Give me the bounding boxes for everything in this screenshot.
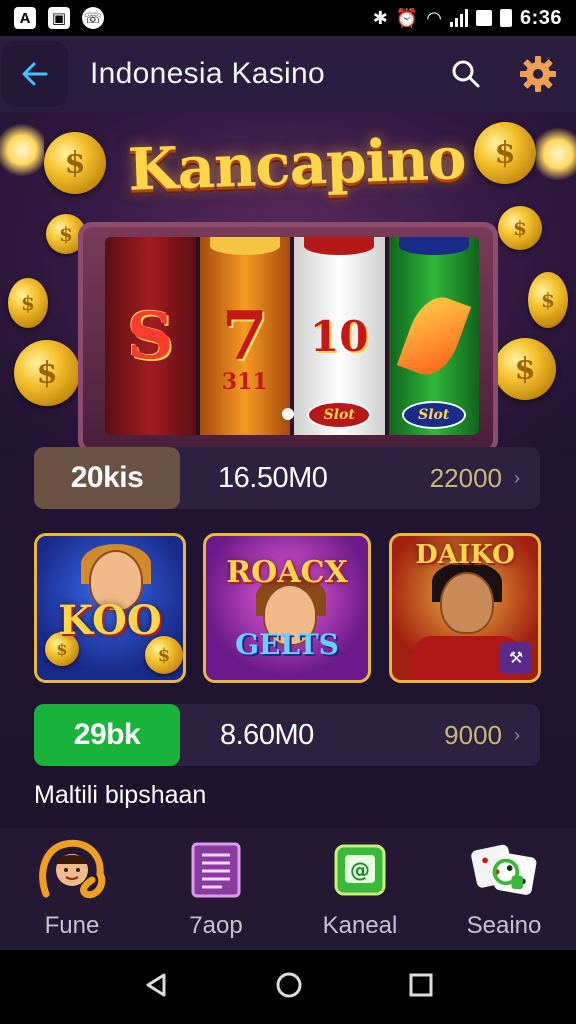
- game-title: DAIKO: [415, 540, 515, 570]
- back-button[interactable]: [2, 41, 68, 107]
- coin-icon: $: [498, 206, 542, 250]
- gear-icon: [520, 56, 556, 92]
- page-title: Indonesia Kasino: [90, 57, 325, 90]
- image-icon: [475, 10, 492, 26]
- stat-row[interactable]: 20kis 16.50M0 22000 ›: [34, 447, 540, 509]
- carousel-indicator[interactable]: [282, 408, 294, 420]
- section-label: Maltili bipshaan: [34, 781, 207, 809]
- coin-icon: $: [44, 132, 106, 194]
- game-subtitle: GELTS: [235, 628, 339, 661]
- search-button[interactable]: [446, 54, 486, 94]
- nav-label: Fune: [44, 912, 100, 939]
- chat-icon: @: [324, 834, 396, 906]
- signal-icon: [449, 9, 468, 27]
- reel-badge: [304, 237, 375, 255]
- reel-badge: [209, 237, 280, 255]
- svg-text:@: @: [350, 858, 370, 882]
- game-tile[interactable]: ROACX GELTS: [203, 533, 371, 683]
- dice-icon: [468, 834, 540, 906]
- nav-recents-button[interactable]: [408, 972, 434, 1003]
- alarm-icon: ⏰: [395, 7, 419, 28]
- whatsapp-icon: ☏: [82, 7, 104, 29]
- nav-label: Seaino: [466, 912, 542, 939]
- bluetooth-icon: ✱: [372, 7, 388, 28]
- stat-row[interactable]: 29bk 8.60M0 9000 ›: [34, 704, 540, 766]
- settings-button[interactable]: [516, 52, 560, 96]
- nav-home-button[interactable]: [274, 970, 304, 1005]
- stage-light-icon: [536, 126, 576, 182]
- reel: 7 311: [199, 237, 290, 435]
- battery-icon: [499, 9, 512, 27]
- search-icon: [452, 60, 480, 88]
- coin-icon: $: [14, 340, 80, 406]
- promo-banner[interactable]: $ $ $ $ $ $ $ $ Kancapino S 7 311 10 Slo…: [0, 112, 576, 456]
- stat-value: 16.50M0: [218, 461, 328, 494]
- arrow-left-icon: [22, 62, 48, 86]
- coin-icon: $: [528, 272, 568, 328]
- nav-label: 7aop: [189, 912, 243, 939]
- nav-label: Kaneal: [322, 912, 398, 939]
- list-icon: [180, 834, 252, 906]
- game-title: KOO: [58, 596, 162, 644]
- font-icon: A: [14, 7, 36, 29]
- reel: Slot: [388, 237, 479, 435]
- nav-item-kaneal[interactable]: @ Kaneal: [288, 828, 432, 950]
- chevron-right-icon: ›: [514, 724, 520, 745]
- leaf-icon: [396, 289, 471, 383]
- stat-chip: 29bk: [34, 704, 180, 766]
- nav-item-seaino[interactable]: Seaino: [432, 828, 576, 950]
- gavel-icon: ⚒: [500, 642, 532, 674]
- app-screen: Indonesia Kasino $ $ $ $ $ $ $ $ Kancapi…: [0, 36, 576, 950]
- nav-item-7aop[interactable]: 7aop: [144, 828, 288, 950]
- coin-icon: $: [474, 122, 536, 184]
- nav-back-button[interactable]: [142, 971, 170, 1004]
- triangle-back-icon: [146, 973, 166, 996]
- stage-light-icon: [0, 122, 44, 178]
- image-icon: ▣: [48, 7, 70, 29]
- reel-badge: Slot: [401, 401, 466, 429]
- reel: 10 Slot: [294, 237, 385, 435]
- reel-badge: [398, 237, 469, 255]
- stat-secondary: 9000: [444, 719, 502, 750]
- reel-symbol: 10: [310, 311, 369, 361]
- system-nav-bar: [0, 950, 576, 1024]
- reel-badge: Slot: [307, 401, 372, 429]
- game-title: ROACX: [226, 555, 348, 590]
- square-recents-icon: [409, 973, 433, 996]
- reel-symbol: 7: [221, 297, 268, 375]
- stat-chip: 20kis: [34, 447, 180, 509]
- game-tile[interactable]: ⚒ DAIKO: [389, 533, 541, 683]
- bottom-nav: Fune 7aop @ Kaneal Seaino: [0, 828, 576, 950]
- wifi-icon: ◠: [426, 7, 442, 28]
- reel: S: [105, 237, 196, 435]
- circle-home-icon: [276, 972, 302, 997]
- avatar-icon: [36, 834, 108, 906]
- coin-icon: $: [494, 338, 556, 400]
- game-tile[interactable]: $ $ KOO: [34, 533, 186, 683]
- queen-icon: [440, 572, 494, 634]
- app-bar: Indonesia Kasino: [0, 36, 576, 112]
- status-bar: A ▣ ☏ ✱ ⏰ ◠ 6:36: [0, 0, 576, 36]
- chevron-right-icon: ›: [514, 467, 520, 488]
- reel-symbol: S: [127, 298, 174, 374]
- brand-logo: Kancapino: [126, 124, 467, 204]
- coin-icon: $: [8, 278, 48, 328]
- nav-item-fune[interactable]: Fune: [0, 828, 144, 950]
- stat-value: 8.60M0: [220, 718, 314, 751]
- reel-label: 311: [221, 369, 268, 395]
- stat-secondary: 22000: [429, 462, 502, 493]
- status-time: 6:36: [519, 6, 562, 29]
